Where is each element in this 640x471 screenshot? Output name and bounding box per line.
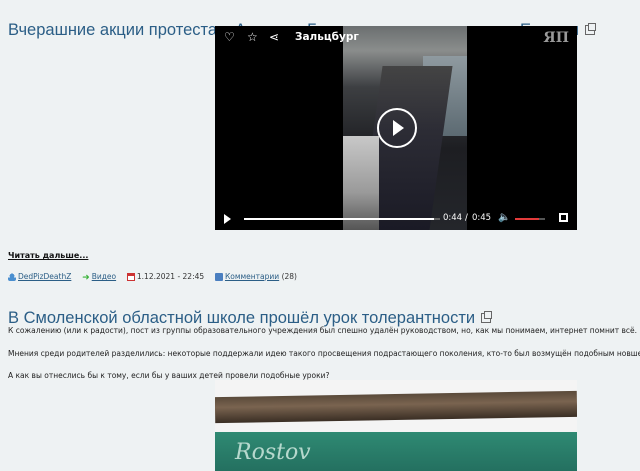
heart-icon[interactable]: ♡ [224, 30, 235, 44]
progress-fill [244, 218, 435, 220]
arrow-icon: ➜ [82, 273, 90, 283]
share-icon[interactable]: ⋖ [269, 30, 279, 44]
post-paragraph: Мнения среди родителей разделились: неко… [8, 348, 640, 358]
category-link[interactable]: Видео [92, 272, 116, 281]
video-location: Зальцбург [295, 31, 359, 43]
author-link[interactable]: DedPizDeathZ [18, 272, 71, 281]
external-link-icon[interactable] [584, 22, 596, 35]
progress-bar[interactable] [244, 218, 440, 220]
volume-icon[interactable]: 🔈 [498, 212, 510, 223]
site-logo: ЯП [543, 30, 569, 46]
post-paragraph: К сожалению (или к радости), пост из гру… [8, 325, 638, 335]
post-meta: DedPizDeathZ ➜ Видео 1.12.2021 - 22:45 Ко… [8, 272, 297, 283]
comments-link[interactable]: Комментарии [225, 272, 279, 281]
calendar-icon [126, 273, 135, 281]
post-date: 1.12.2021 - 22:45 [136, 272, 205, 281]
video-controls: 0:44 / 0:45 🔈 [215, 208, 577, 230]
duration: 0:45 [472, 213, 492, 223]
video-top-bar: ♡ ☆ ⋖ Зальцбург ЯП [215, 26, 577, 50]
volume-slider[interactable] [515, 218, 545, 220]
play-icon[interactable] [224, 214, 231, 224]
current-time: 0:44 [443, 213, 463, 223]
external-link-icon[interactable] [481, 310, 493, 323]
read-more-link[interactable]: Читать дальше... [8, 251, 88, 260]
post-image[interactable]: Rostov [215, 380, 577, 471]
comments-count: (28) [281, 272, 297, 281]
play-button[interactable] [377, 108, 417, 148]
post-paragraph: А как вы отнеслись бы к тому, если бы у … [8, 370, 330, 380]
volume-fill [515, 218, 539, 220]
fullscreen-icon[interactable] [559, 213, 568, 222]
photo-sign-text: Rostov [235, 440, 311, 465]
comments-icon [214, 273, 223, 281]
star-icon[interactable]: ☆ [247, 30, 258, 44]
time-separator: / [465, 213, 468, 223]
video-player[interactable]: ♡ ☆ ⋖ Зальцбург ЯП 0:44 / 0:45 🔈 [215, 26, 577, 230]
user-icon [8, 273, 16, 281]
